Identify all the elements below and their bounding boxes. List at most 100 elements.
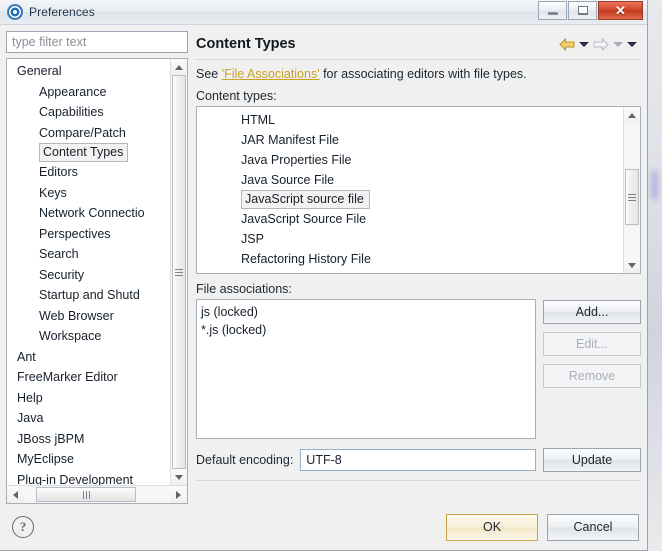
maximize-button[interactable] xyxy=(568,1,597,20)
sidebar-item-startup-and-shutd[interactable]: Startup and Shutd xyxy=(7,285,170,306)
right-pane: Content Types See 'File Associations' fo… xyxy=(194,31,641,504)
help-icon[interactable]: ? xyxy=(12,516,34,538)
preferences-dialog: Preferences ✕ type filter text General Ap… xyxy=(0,0,648,551)
sidebar-item-jboss-jbpm[interactable]: JBoss jBPM xyxy=(7,429,170,450)
content-types-scrollbar[interactable] xyxy=(623,107,640,273)
sidebar-item-appearance[interactable]: Appearance xyxy=(7,82,170,103)
sidebar-item-label: Perspectives xyxy=(39,226,111,241)
sidebar-item-label: Content Types xyxy=(43,145,124,159)
sidebar-item-label: MyEclipse xyxy=(17,452,74,466)
tree-scroll-left-button[interactable] xyxy=(7,486,24,503)
grip-icon xyxy=(175,268,183,276)
content-type-item[interactable]: JAR Manifest File xyxy=(197,130,623,150)
nav-controls xyxy=(559,37,641,51)
file-associations-row: js (locked) *.js (locked) Add... Edit... … xyxy=(196,299,641,439)
description-line: See 'File Associations' for associating … xyxy=(196,67,641,81)
sidebar-item-search[interactable]: Search xyxy=(7,244,170,265)
file-associations-link[interactable]: 'File Associations' xyxy=(222,67,320,81)
left-pane: type filter text General Appearance Capabi… xyxy=(6,31,188,504)
sidebar-item-capabilities[interactable]: Capabilities xyxy=(7,102,170,123)
tree-scroll-up-button[interactable] xyxy=(171,59,187,75)
content-scroll-thumb[interactable] xyxy=(625,169,639,225)
tree-hscroll-track[interactable] xyxy=(24,486,170,503)
view-menu-chevron-down-icon[interactable] xyxy=(627,41,637,47)
tree-horizontal-scrollbar[interactable] xyxy=(7,485,187,503)
sidebar-item-help[interactable]: Help xyxy=(7,388,170,409)
sidebar-item-label: JBoss jBPM xyxy=(17,431,85,446)
sidebar-item-compare-patch[interactable]: Compare/Patch xyxy=(7,123,170,144)
sidebar-item-label: Ant xyxy=(17,349,36,364)
content-type-item[interactable]: Refactoring History Index xyxy=(197,269,623,273)
sidebar-item-myeclipse[interactable]: MyEclipse xyxy=(7,449,170,470)
sidebar-item-label: Compare/Patch xyxy=(39,125,126,140)
grip-icon xyxy=(628,193,636,201)
sidebar-item-workspace[interactable]: Workspace xyxy=(7,326,170,347)
sidebar-item-perspectives[interactable]: Perspectives xyxy=(7,224,170,245)
dialog-body: type filter text General Appearance Capabi… xyxy=(0,25,647,504)
file-associations-list[interactable]: js (locked) *.js (locked) xyxy=(196,299,536,439)
content-type-item[interactable]: JavaScript source file xyxy=(241,190,370,209)
content-scroll-up-button[interactable] xyxy=(624,107,640,123)
desktop-right-strip xyxy=(648,0,662,551)
chevron-down-icon xyxy=(628,262,636,268)
file-association-item[interactable]: js (locked) xyxy=(199,303,535,321)
preferences-circle-icon xyxy=(7,4,23,20)
sidebar-item-keys[interactable]: Keys xyxy=(7,183,170,204)
content-types-list: HTML JAR Manifest File Java Properties Fil… xyxy=(197,107,623,273)
update-button[interactable]: Update xyxy=(543,448,641,472)
default-encoding-label: Default encoding: xyxy=(196,453,294,467)
default-encoding-row: Default encoding: UTF-8 Update xyxy=(196,448,641,481)
sidebar-item-freemarker-editor[interactable]: FreeMarker Editor xyxy=(7,367,170,388)
sidebar-item-label: Plug-in Development xyxy=(17,472,134,486)
tree-scroll-track[interactable] xyxy=(171,75,187,469)
content-type-item[interactable]: HTML xyxy=(197,110,623,130)
close-button[interactable]: ✕ xyxy=(598,1,643,20)
default-encoding-input[interactable]: UTF-8 xyxy=(300,449,536,471)
file-association-item[interactable]: *.js (locked) xyxy=(199,321,535,339)
sidebar-item-general[interactable]: General xyxy=(7,61,170,82)
content-type-item[interactable]: JSP xyxy=(197,229,623,249)
sidebar-item-label: General xyxy=(17,64,62,78)
sidebar-item-content-types[interactable]: Content Types xyxy=(39,143,129,162)
sidebar-item-ant[interactable]: Ant xyxy=(7,347,170,368)
sidebar-item-security[interactable]: Security xyxy=(7,265,170,286)
sidebar-item-plug-in-development[interactable]: Plug-in Development xyxy=(7,470,170,486)
tree-scroll-thumb[interactable] xyxy=(172,75,186,469)
back-arrow-icon[interactable] xyxy=(559,37,575,51)
content-type-item[interactable]: Java Properties File xyxy=(197,150,623,170)
page-header: Content Types xyxy=(196,31,641,60)
preferences-tree: General Appearance Capabilities Compare/Pat… xyxy=(6,58,188,504)
tree-scroll-right-button[interactable] xyxy=(170,486,187,503)
sidebar-item-java[interactable]: Java xyxy=(7,408,170,429)
content-type-item[interactable]: Java Source File xyxy=(197,170,623,190)
tree-scroll-area: General Appearance Capabilities Compare/Pat… xyxy=(7,59,187,485)
content-type-item[interactable]: JavaScript Source File xyxy=(197,209,623,229)
grip-icon xyxy=(82,490,90,499)
sidebar-item-editors[interactable]: Editors xyxy=(7,162,170,183)
content-types-label: Content types: xyxy=(196,89,277,103)
window-controls: ✕ xyxy=(537,1,643,20)
sidebar-item-label: Web Browser xyxy=(39,308,114,323)
tree-hscroll-thumb[interactable] xyxy=(36,487,136,502)
sidebar-item-web-browser[interactable]: Web Browser xyxy=(7,306,170,327)
tree-scroll-down-button[interactable] xyxy=(171,469,187,485)
chevron-up-icon xyxy=(175,64,183,70)
minimize-button[interactable] xyxy=(538,1,567,20)
desktop-glow xyxy=(651,170,658,200)
filter-input[interactable]: type filter text xyxy=(6,31,188,53)
footer-buttons: OK Cancel xyxy=(446,513,639,541)
cancel-button[interactable]: Cancel xyxy=(547,513,639,541)
sidebar-item-label: Security xyxy=(39,267,85,282)
add-button[interactable]: Add... xyxy=(543,300,641,324)
content-type-item[interactable]: Refactoring History File xyxy=(197,249,623,269)
tree-vertical-scrollbar[interactable] xyxy=(170,59,187,485)
sidebar-item-network-connectio[interactable]: Network Connectio xyxy=(7,203,170,224)
title-bar[interactable]: Preferences ✕ xyxy=(0,0,647,25)
back-menu-chevron-down-icon[interactable] xyxy=(579,41,589,47)
ok-button[interactable]: OK xyxy=(446,513,538,541)
content-scroll-track[interactable] xyxy=(624,123,640,257)
forward-arrow-icon xyxy=(593,37,609,51)
sidebar-item-label: Network Connectio xyxy=(39,206,145,220)
sidebar-item-label: FreeMarker Editor xyxy=(17,370,118,384)
content-scroll-down-button[interactable] xyxy=(624,257,640,273)
